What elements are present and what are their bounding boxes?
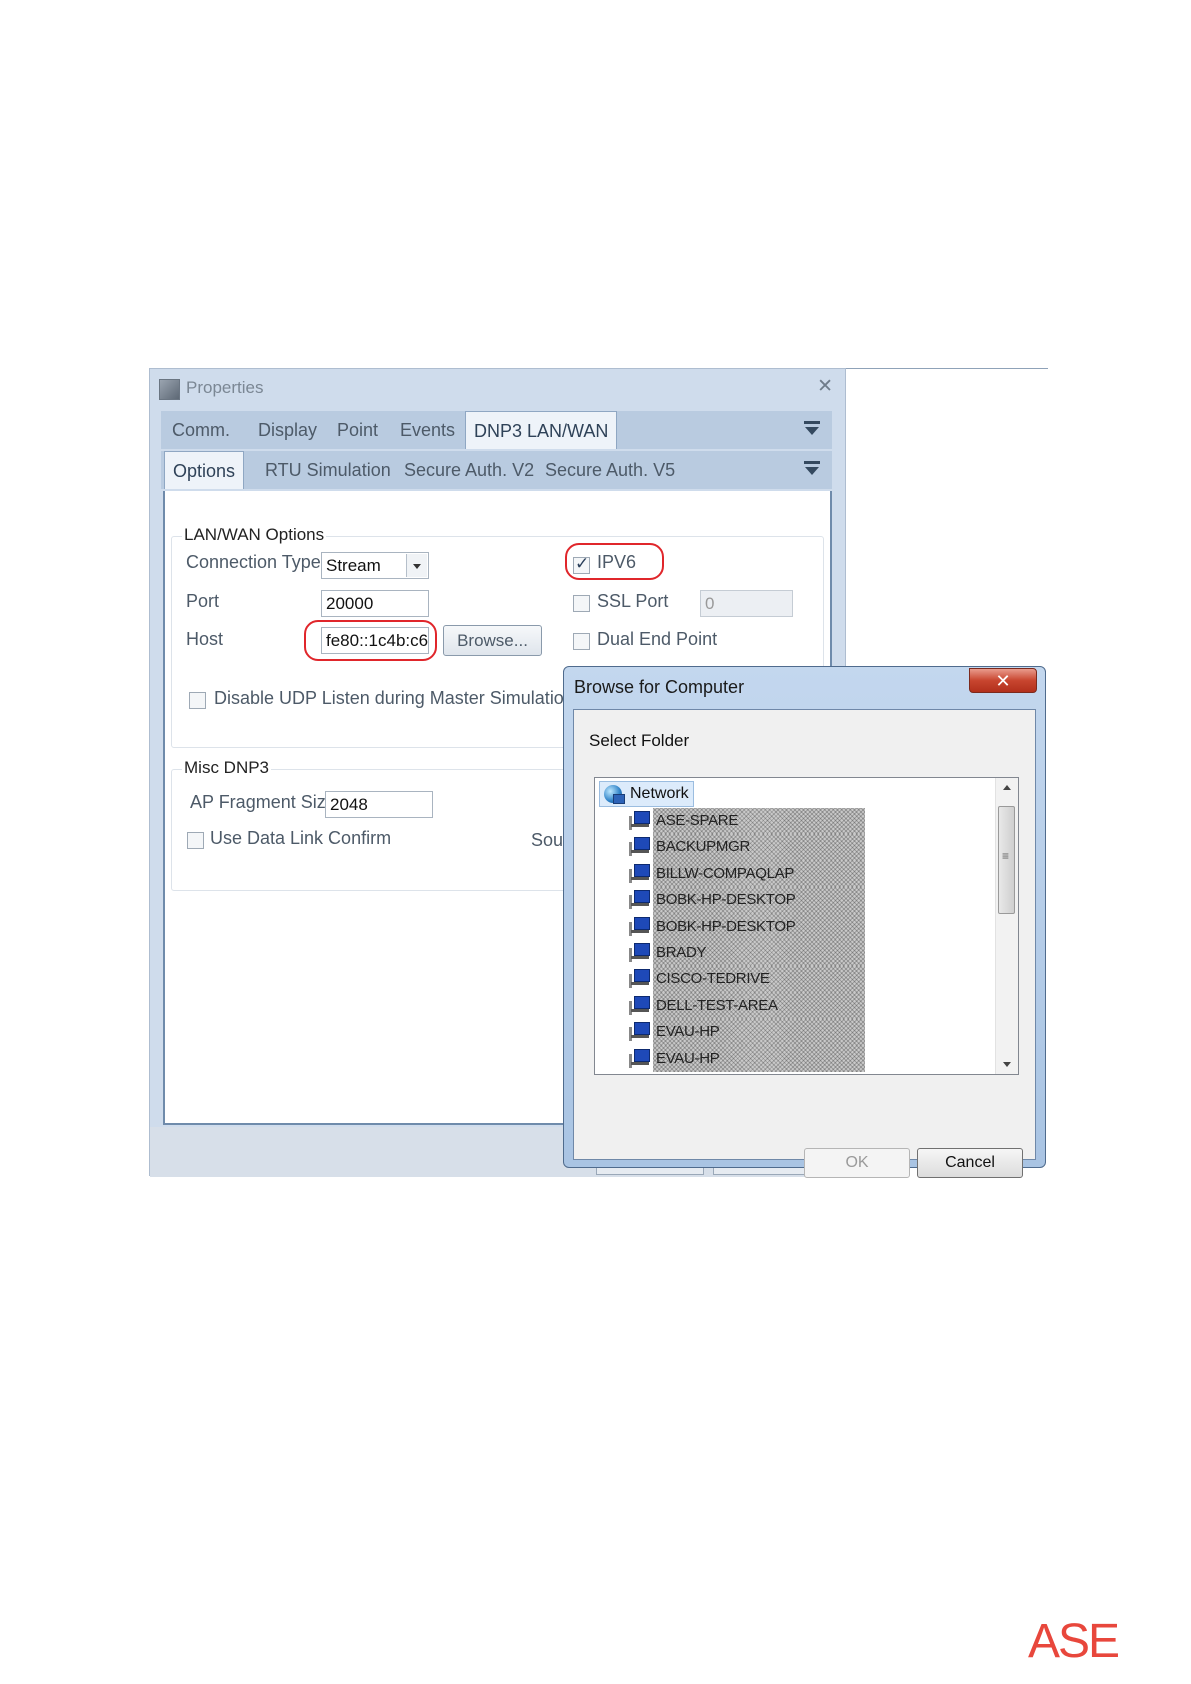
network-globe-icon xyxy=(604,785,625,804)
tab-secure-auth-v2[interactable]: Secure Auth. V2 xyxy=(404,451,534,489)
scroll-down-icon[interactable] xyxy=(996,1056,1018,1074)
tree-item-label: EVAU-HP xyxy=(653,1019,865,1046)
tree-item[interactable]: CISCO-TEDRIVE xyxy=(629,966,909,993)
computer-icon xyxy=(629,916,650,936)
ssl-port-checkbox[interactable] xyxy=(573,595,590,612)
tree-item[interactable]: BILLW-COMPAQLAP xyxy=(629,860,909,888)
group-label: Misc DNP3 xyxy=(182,758,272,778)
browse-button[interactable]: Browse... xyxy=(443,625,542,656)
tree-item-label: BACKUPMGR xyxy=(653,834,865,861)
tree-item[interactable]: BOBK-HP-DESKTOP xyxy=(629,913,909,940)
properties-titlebar: Properties ✕ xyxy=(150,369,845,407)
computer-icon xyxy=(629,1048,650,1068)
ase-logo: ASE xyxy=(1028,1615,1120,1668)
window-title: Properties xyxy=(186,378,264,397)
tree-item[interactable]: BRADY xyxy=(629,939,909,967)
tree-item[interactable]: BOBK-HP-DESKTOP xyxy=(629,887,909,914)
tree-item[interactable]: EVAU-HP xyxy=(629,1045,909,1072)
vertical-scrollbar[interactable] xyxy=(995,778,1018,1074)
computer-icon xyxy=(629,1022,650,1042)
tree-root-network[interactable]: Network xyxy=(599,781,694,807)
dialog-title: Browse for Computer xyxy=(574,677,745,697)
tab-comm[interactable]: Comm. xyxy=(172,411,230,449)
tab-strip-main: Comm. Display Point Events DNP3 LAN/WAN xyxy=(161,411,832,449)
tab-rtu-simulation[interactable]: RTU Simulation xyxy=(265,451,391,489)
computer-icon xyxy=(629,811,650,830)
computer-icon xyxy=(629,942,650,962)
tree-item[interactable]: DELL-TEST-AREA xyxy=(629,992,909,1020)
ap-fragment-size-input[interactable]: 2048 xyxy=(325,791,433,818)
properties-icon xyxy=(159,379,180,400)
tree-item-label: DELL-TEST-AREA xyxy=(653,992,865,1020)
scroll-thumb[interactable] xyxy=(998,806,1015,914)
computer-tree[interactable]: Network ASE-SPARE BACKUPMGR BILLW-COMPAQ… xyxy=(594,777,1019,1075)
tab-options[interactable]: Options xyxy=(164,451,245,489)
divider-line xyxy=(846,368,1048,369)
port-label: Port xyxy=(186,591,220,611)
host-label: Host xyxy=(186,629,224,649)
tree-root-label: Network xyxy=(630,785,689,802)
computer-icon xyxy=(629,863,650,883)
computer-icon xyxy=(629,969,650,989)
tab-overflow-icon[interactable] xyxy=(804,461,820,479)
group-label: LAN/WAN Options xyxy=(182,525,327,545)
ap-fragment-size-label: AP Fragment Size xyxy=(190,792,336,812)
tab-point[interactable]: Point xyxy=(337,411,378,449)
tab-secure-auth-v5[interactable]: Secure Auth. V5 xyxy=(545,451,675,489)
tab-overflow-icon[interactable] xyxy=(804,421,820,439)
tab-events[interactable]: Events xyxy=(400,411,455,449)
dual-end-point-label: Dual End Point xyxy=(597,629,718,649)
tree-item-label: EVAU-HP xyxy=(653,1045,865,1072)
dialog-ok-button[interactable]: OK xyxy=(804,1148,910,1178)
dialog-cancel-button[interactable]: Cancel xyxy=(917,1148,1023,1178)
scroll-up-icon[interactable] xyxy=(996,778,1018,796)
ssl-port-input: 0 xyxy=(700,590,793,617)
port-input[interactable]: 20000 xyxy=(321,590,429,617)
select-folder-prompt: Select Folder xyxy=(589,731,690,750)
tree-item[interactable]: EVAU-HP xyxy=(629,1019,909,1046)
tree-item-label: BOBK-HP-DESKTOP xyxy=(653,887,865,914)
use-data-link-confirm-checkbox[interactable] xyxy=(187,832,204,849)
tree-item-label: BILLW-COMPAQLAP xyxy=(653,860,865,888)
tab-strip-sub: Options RTU Simulation Secure Auth. V2 S… xyxy=(161,451,832,489)
close-icon[interactable]: ✕ xyxy=(969,668,1037,693)
ipv6-label: IPV6 xyxy=(597,552,637,572)
tree-item-label: BRADY xyxy=(653,939,865,967)
tree-items: ASE-SPARE BACKUPMGR BILLW-COMPAQLAP BOBK… xyxy=(629,808,909,1072)
use-data-link-confirm-label: Use Data Link Confirm xyxy=(210,828,392,848)
ssl-port-label: SSL Port xyxy=(597,591,669,611)
close-icon[interactable]: ✕ xyxy=(817,375,833,398)
dual-end-point-checkbox[interactable] xyxy=(573,633,590,650)
tree-item-label: CISCO-TEDRIVE xyxy=(653,966,865,993)
chevron-down-icon[interactable] xyxy=(406,554,427,577)
connection-type-select[interactable]: Stream xyxy=(321,552,429,579)
disable-udp-label: Disable UDP Listen during Master Simulat… xyxy=(214,688,574,708)
connection-type-value: Stream xyxy=(326,556,381,575)
disable-udp-checkbox[interactable] xyxy=(189,692,206,709)
dialog-client-area: Select Folder Network ASE-SPARE BACKUPMG… xyxy=(573,709,1036,1178)
tree-item-label: BOBK-HP-DESKTOP xyxy=(653,913,865,940)
tab-dnp3-lan-wan[interactable]: DNP3 LAN/WAN xyxy=(465,411,618,449)
computer-icon xyxy=(629,995,650,1015)
host-input[interactable]: fe80::1c4b:c6 xyxy=(321,627,429,654)
browse-for-computer-dialog: Browse for Computer ✕ Select Folder Netw… xyxy=(563,666,1046,1178)
tree-item[interactable]: BACKUPMGR xyxy=(629,834,909,861)
computer-icon xyxy=(629,837,650,857)
ipv6-checkbox[interactable] xyxy=(573,554,590,574)
computer-icon xyxy=(629,890,650,910)
tab-display[interactable]: Display xyxy=(258,411,317,449)
truncated-label: Sou xyxy=(531,830,564,850)
connection-type-label: Connection Type xyxy=(186,552,321,572)
tree-item-label: ASE-SPARE xyxy=(653,808,865,835)
tree-item[interactable]: ASE-SPARE xyxy=(629,808,909,835)
